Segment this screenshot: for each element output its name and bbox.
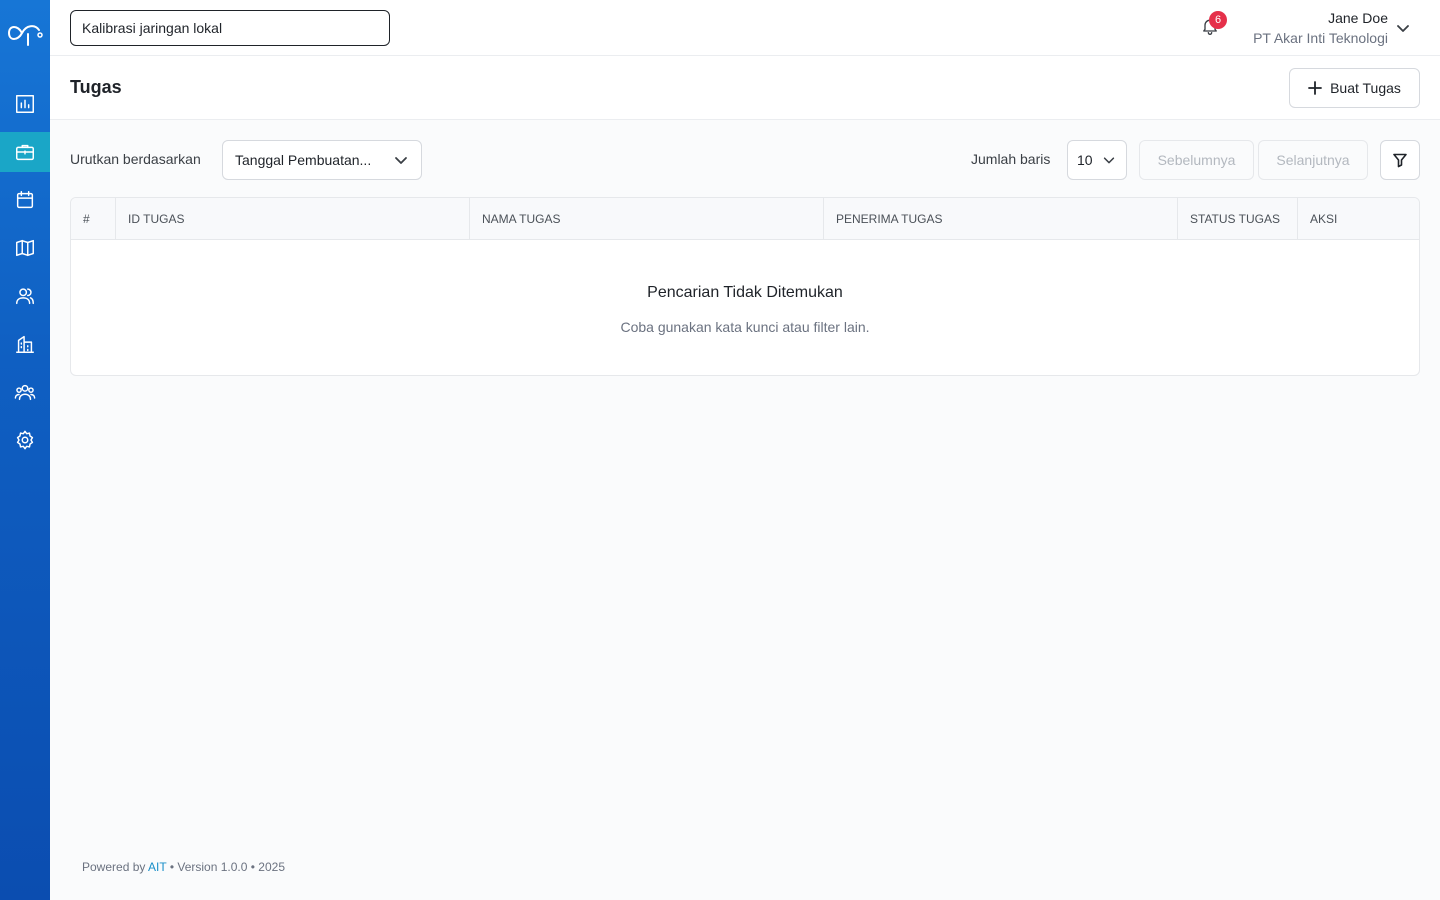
sidebar-item-calendar[interactable]: [0, 180, 50, 220]
user-menu-chevron-down-icon[interactable]: [1395, 20, 1411, 36]
rows-per-page-label: Jumlah baris: [971, 151, 1051, 167]
create-task-label: Buat Tugas: [1330, 80, 1401, 96]
building-icon: [16, 335, 34, 353]
sidebar-item-tasks[interactable]: [0, 132, 50, 172]
column-header-actions: AKSI: [1310, 212, 1338, 226]
previous-page-button[interactable]: Sebelumnya: [1139, 140, 1254, 180]
sidebar-item-buildings[interactable]: [0, 324, 50, 364]
create-task-button[interactable]: Buat Tugas: [1289, 68, 1420, 108]
notification-count-badge: 6: [1209, 11, 1227, 29]
sidebar-item-dashboard[interactable]: [0, 84, 50, 124]
column-header-task-name: NAMA TUGAS: [470, 198, 824, 240]
gear-icon: [16, 430, 34, 450]
calendar-icon: [16, 191, 34, 209]
empty-state-subtitle: Coba gunakan kata kunci atau filter lain…: [620, 319, 870, 335]
column-header-status: STATUS TUGAS: [1178, 198, 1298, 240]
filter-icon: [1393, 153, 1407, 168]
page-title: Tugas: [70, 77, 122, 97]
footer-brand-link[interactable]: AIT: [148, 860, 166, 874]
sort-label: Urutkan berdasarkan: [70, 151, 201, 167]
rows-per-page-select[interactable]: 10: [1067, 140, 1127, 180]
page-header: Tugas Buat Tugas: [50, 56, 1440, 120]
column-header-number: #: [71, 198, 116, 240]
plus-icon: [1308, 81, 1322, 95]
footer-version: • Version 1.0.0 • 2025: [169, 860, 285, 874]
chevron-down-icon: [393, 152, 409, 171]
briefcase-icon: [16, 144, 34, 161]
map-icon: [16, 239, 34, 257]
sidebar-item-teams[interactable]: [0, 372, 50, 412]
table-header: # ID TUGAS NAMA TUGAS PENERIMA TUGAS STA…: [71, 198, 1419, 240]
sort-select-value: Tanggal Pembuatan...: [235, 152, 372, 168]
app-logo-icon[interactable]: [6, 16, 44, 50]
bar-chart-icon: [16, 95, 34, 113]
sort-select[interactable]: Tanggal Pembuatan...: [222, 140, 422, 180]
column-header-assignee: PENERIMA TUGAS: [824, 198, 1178, 240]
user-name: Jane Doe: [1328, 10, 1388, 26]
sidebar-item-settings[interactable]: [0, 420, 50, 460]
next-page-button[interactable]: Selanjutnya: [1258, 140, 1368, 180]
sidebar: [0, 0, 50, 900]
user-organization: PT Akar Inti Teknologi: [1253, 30, 1388, 46]
users-icon: [16, 288, 34, 305]
column-header-task-id: ID TUGAS: [116, 198, 470, 240]
team-icon: [14, 384, 36, 401]
tasks-table: # ID TUGAS NAMA TUGAS PENERIMA TUGAS STA…: [70, 197, 1420, 376]
empty-state-title: Pencarian Tidak Ditemukan: [647, 284, 843, 301]
search-input[interactable]: [70, 10, 390, 46]
sidebar-item-users[interactable]: [0, 276, 50, 316]
sidebar-item-map[interactable]: [0, 228, 50, 268]
filter-button[interactable]: [1380, 140, 1420, 180]
chevron-down-icon: [1102, 153, 1116, 170]
footer-powered-by: Powered by: [82, 860, 146, 874]
top-bar: 6 Jane Doe PT Akar Inti Teknologi: [50, 0, 1440, 56]
rows-per-page-value: 10: [1077, 152, 1093, 168]
user-menu[interactable]: Jane Doe PT Akar Inti Teknologi: [1253, 8, 1388, 48]
footer: Powered by AIT • Version 1.0.0 • 2025: [82, 860, 285, 874]
